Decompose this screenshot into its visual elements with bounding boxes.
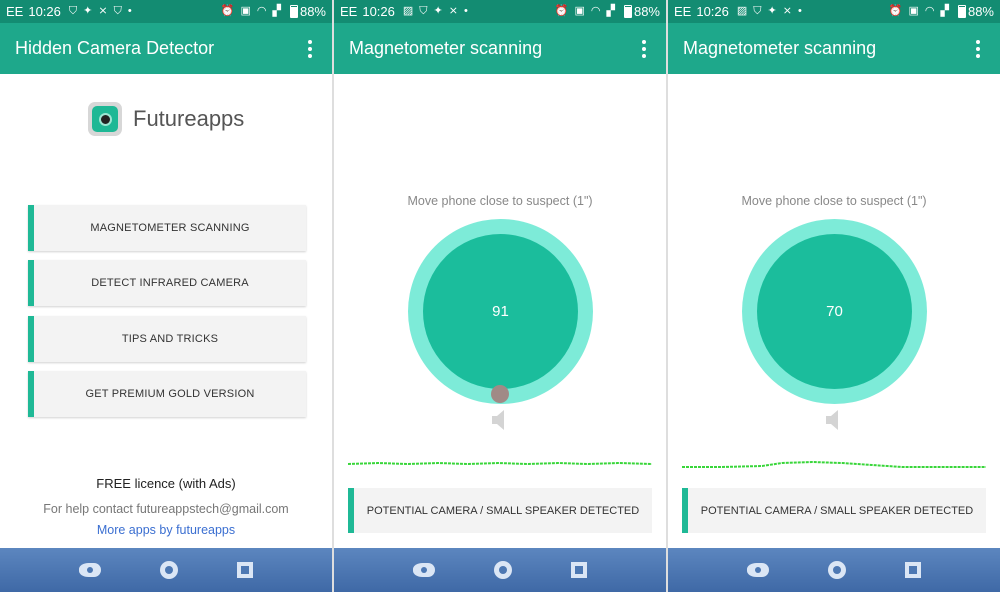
shield-icon: ⛉ — [68, 5, 78, 17]
clock: 10:26 — [28, 4, 61, 19]
more-vert-icon[interactable] — [971, 39, 985, 58]
wifi-icon: ◠ — [924, 5, 935, 17]
twitter-icon: ✦ — [433, 5, 443, 17]
dot-icon: • — [463, 5, 468, 17]
phone-screen-scan-1: EE 10:26 ▨ ⛉ ✦ ⨯ • ⏰ ▣ ◠ ▞ 88% Magnetome… — [334, 0, 666, 592]
battery-level: 88% — [299, 4, 326, 19]
camera-lens-icon — [88, 102, 122, 136]
nfc-icon: ▣ — [240, 5, 251, 17]
dot-icon: • — [127, 5, 132, 17]
licence-text: FREE licence (with Ads) — [96, 476, 236, 491]
signal-icon: ▞ — [606, 5, 615, 17]
nfc-icon: ▣ — [574, 5, 585, 17]
alarm-icon: ⏰ — [220, 5, 235, 17]
brand-name: Futureapps — [133, 106, 245, 131]
gauge-indicator — [491, 385, 509, 403]
phone-screen-scan-2: EE 10:26 ▨ ⛉ ✦ ⨯ • ⏰ ▣ ◠ ▞ 88% Magnetome… — [668, 0, 1000, 592]
wifi-icon: ◠ — [256, 5, 267, 17]
image-icon: ▨ — [402, 5, 414, 17]
carrier-label: EE — [340, 4, 358, 19]
image-icon: ▨ — [736, 5, 748, 17]
home-icon[interactable] — [493, 561, 512, 579]
shield-icon: ⛉ — [753, 5, 762, 17]
home-icon[interactable] — [827, 561, 846, 579]
back-icon[interactable] — [747, 563, 770, 577]
no-signal-icon: ⨯ — [98, 5, 108, 17]
alarm-icon: ⏰ — [888, 5, 903, 17]
phone-screen-home: EE 10:26 ⛉ ✦ ⨯ ⛉ • ⏰ ▣ ◠ ▞ 88% Hidden Ca… — [0, 0, 332, 592]
more-vert-icon[interactable] — [303, 39, 317, 58]
battery-level: 88% — [967, 4, 994, 19]
no-signal-icon: ⨯ — [782, 5, 792, 17]
instruction-text: Move phone close to suspect (1") — [407, 194, 593, 208]
instruction-text: Move phone close to suspect (1") — [741, 194, 927, 208]
magnetometer-reading: 91 — [423, 234, 578, 389]
back-icon[interactable] — [79, 563, 102, 577]
tips-and-tricks-button[interactable]: TIPS AND TRICKS — [28, 316, 306, 362]
magnetometer-reading: 70 — [757, 234, 912, 389]
detection-status: POTENTIAL CAMERA / SMALL SPEAKER DETECTE… — [682, 488, 986, 533]
navigation-bar — [334, 548, 666, 592]
nfc-icon: ▣ — [908, 5, 919, 17]
recent-apps-icon[interactable] — [570, 562, 587, 578]
twitter-icon: ✦ — [83, 5, 93, 17]
get-premium-button[interactable]: GET PREMIUM GOLD VERSION — [28, 371, 306, 417]
clock: 10:26 — [696, 4, 729, 19]
shield-icon: ⛉ — [113, 5, 122, 17]
shield-icon: ⛉ — [419, 5, 428, 17]
dot-icon: • — [797, 5, 802, 17]
app-title: Hidden Camera Detector — [15, 38, 215, 58]
more-vert-icon[interactable] — [637, 39, 651, 58]
battery-level: 88% — [633, 4, 660, 19]
battery-icon — [623, 5, 632, 18]
brand-logo: Futureapps — [88, 102, 244, 136]
detection-status: POTENTIAL CAMERA / SMALL SPEAKER DETECTE… — [348, 488, 652, 533]
recent-apps-icon[interactable] — [904, 562, 921, 578]
screen-title: Magnetometer scanning — [683, 38, 877, 58]
twitter-icon: ✦ — [767, 5, 777, 17]
signal-icon: ▞ — [272, 5, 281, 17]
carrier-label: EE — [6, 4, 24, 19]
recent-apps-icon[interactable] — [236, 562, 253, 578]
navigation-bar — [0, 548, 332, 592]
help-contact-text: For help contact futureappstech@gmail.co… — [43, 502, 289, 516]
signal-wave-graph — [348, 461, 652, 466]
app-bar: Magnetometer scanning — [668, 23, 1000, 74]
screen-title: Magnetometer scanning — [349, 38, 543, 58]
app-bar: Magnetometer scanning — [334, 23, 666, 74]
battery-icon — [289, 5, 298, 18]
signal-wave-graph — [682, 460, 986, 468]
detect-infrared-camera-button[interactable]: DETECT INFRARED CAMERA — [28, 260, 306, 306]
speaker-icon[interactable] — [492, 410, 508, 430]
magnetometer-scanning-button[interactable]: MAGNETOMETER SCANNING — [28, 205, 306, 251]
signal-icon: ▞ — [940, 5, 949, 17]
speaker-icon[interactable] — [826, 410, 842, 430]
more-apps-link[interactable]: More apps by futureapps — [0, 523, 332, 537]
app-bar: Hidden Camera Detector — [0, 23, 332, 74]
navigation-bar — [668, 548, 1000, 592]
status-bar: EE 10:26 ▨ ⛉ ✦ ⨯ • ⏰ ▣ ◠ ▞ 88% — [334, 0, 666, 23]
battery-icon — [957, 5, 966, 18]
wifi-icon: ◠ — [590, 5, 601, 17]
screenshot-collage: EE 10:26 ⛉ ✦ ⨯ ⛉ • ⏰ ▣ ◠ ▞ 88% Hidden Ca… — [0, 0, 1000, 592]
alarm-icon: ⏰ — [554, 5, 569, 17]
carrier-label: EE — [674, 4, 692, 19]
status-bar: EE 10:26 ▨ ⛉ ✦ ⨯ • ⏰ ▣ ◠ ▞ 88% — [668, 0, 1000, 23]
status-bar: EE 10:26 ⛉ ✦ ⨯ ⛉ • ⏰ ▣ ◠ ▞ 88% — [0, 0, 332, 23]
clock: 10:26 — [362, 4, 395, 19]
back-icon[interactable] — [413, 563, 436, 577]
no-signal-icon: ⨯ — [448, 5, 458, 17]
home-icon[interactable] — [159, 561, 178, 579]
